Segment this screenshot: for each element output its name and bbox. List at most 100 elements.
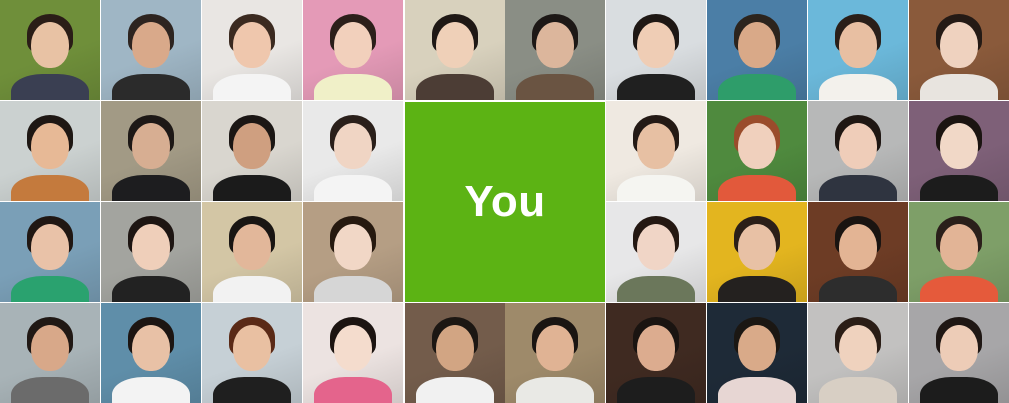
- portrait-photo: [0, 303, 100, 403]
- portrait-photo: [101, 0, 201, 100]
- portrait-photo: [505, 303, 605, 403]
- person-face: [334, 22, 372, 68]
- portrait-photo: [808, 101, 908, 201]
- person-face: [233, 22, 271, 68]
- portrait-photo: [303, 101, 403, 201]
- portrait-photo: [303, 202, 403, 302]
- portrait-photo: [202, 303, 302, 403]
- person-torso: [819, 74, 897, 100]
- portrait-photo: [909, 0, 1009, 100]
- portrait-photo: [707, 101, 807, 201]
- portrait-photo: [909, 303, 1009, 403]
- person-face: [132, 22, 170, 68]
- portrait-photo: [303, 303, 403, 403]
- portrait-photo: [101, 101, 201, 201]
- person-torso: [314, 175, 392, 201]
- person-face: [31, 22, 69, 68]
- person-face: [738, 325, 776, 371]
- person-torso: [920, 276, 998, 302]
- portrait-photo: [909, 202, 1009, 302]
- person-torso: [718, 377, 796, 403]
- portrait-photo: [0, 202, 100, 302]
- portrait-photo: [707, 202, 807, 302]
- person-torso: [213, 276, 291, 302]
- person-face: [940, 224, 978, 270]
- person-torso: [11, 276, 89, 302]
- person-torso: [617, 74, 695, 100]
- person-face: [233, 224, 271, 270]
- portrait-photo: [707, 0, 807, 100]
- person-torso: [112, 74, 190, 100]
- person-face: [132, 325, 170, 371]
- person-face: [31, 123, 69, 169]
- portrait-photo: [0, 0, 100, 100]
- person-face: [940, 325, 978, 371]
- person-torso: [11, 377, 89, 403]
- portrait-photo: [606, 303, 706, 403]
- person-torso: [819, 175, 897, 201]
- person-face: [839, 123, 877, 169]
- person-torso: [314, 377, 392, 403]
- portrait-photo: [606, 0, 706, 100]
- person-face: [233, 123, 271, 169]
- person-face: [233, 325, 271, 371]
- person-torso: [617, 175, 695, 201]
- person-torso: [920, 175, 998, 201]
- portrait-photo: [0, 101, 100, 201]
- person-torso: [617, 276, 695, 302]
- portrait-photo: [303, 0, 403, 100]
- person-torso: [112, 276, 190, 302]
- portrait-photo: [405, 303, 505, 403]
- portrait-photo: [909, 101, 1009, 201]
- person-torso: [314, 276, 392, 302]
- person-face: [436, 325, 474, 371]
- person-face: [637, 22, 675, 68]
- person-face: [940, 22, 978, 68]
- person-face: [839, 22, 877, 68]
- person-torso: [213, 74, 291, 100]
- portrait-photo: [707, 303, 807, 403]
- you-tile: You: [405, 102, 605, 302]
- person-face: [637, 224, 675, 270]
- person-torso: [416, 74, 494, 100]
- person-torso: [819, 276, 897, 302]
- portrait-photo: [101, 202, 201, 302]
- portrait-collage: You: [0, 0, 1009, 403]
- person-face: [637, 325, 675, 371]
- person-torso: [11, 175, 89, 201]
- person-face: [436, 22, 474, 68]
- portrait-photo: [202, 0, 302, 100]
- portrait-photo: [505, 0, 605, 100]
- person-torso: [416, 377, 494, 403]
- person-face: [334, 123, 372, 169]
- person-torso: [213, 175, 291, 201]
- person-face: [334, 224, 372, 270]
- person-torso: [112, 377, 190, 403]
- person-face: [839, 224, 877, 270]
- person-torso: [718, 175, 796, 201]
- portrait-photo: [101, 303, 201, 403]
- person-face: [738, 22, 776, 68]
- person-face: [536, 22, 574, 68]
- portrait-photo: [202, 101, 302, 201]
- person-face: [334, 325, 372, 371]
- portrait-photo: [808, 303, 908, 403]
- person-face: [738, 123, 776, 169]
- portrait-photo: [606, 101, 706, 201]
- person-torso: [213, 377, 291, 403]
- portrait-photo: [606, 202, 706, 302]
- portrait-photo: [808, 202, 908, 302]
- person-torso: [112, 175, 190, 201]
- person-face: [738, 224, 776, 270]
- person-face: [132, 123, 170, 169]
- person-torso: [516, 74, 594, 100]
- person-face: [637, 123, 675, 169]
- portrait-photo: [808, 0, 908, 100]
- person-torso: [718, 276, 796, 302]
- person-face: [940, 123, 978, 169]
- person-torso: [920, 74, 998, 100]
- person-torso: [718, 74, 796, 100]
- person-face: [536, 325, 574, 371]
- person-face: [31, 325, 69, 371]
- person-torso: [11, 74, 89, 100]
